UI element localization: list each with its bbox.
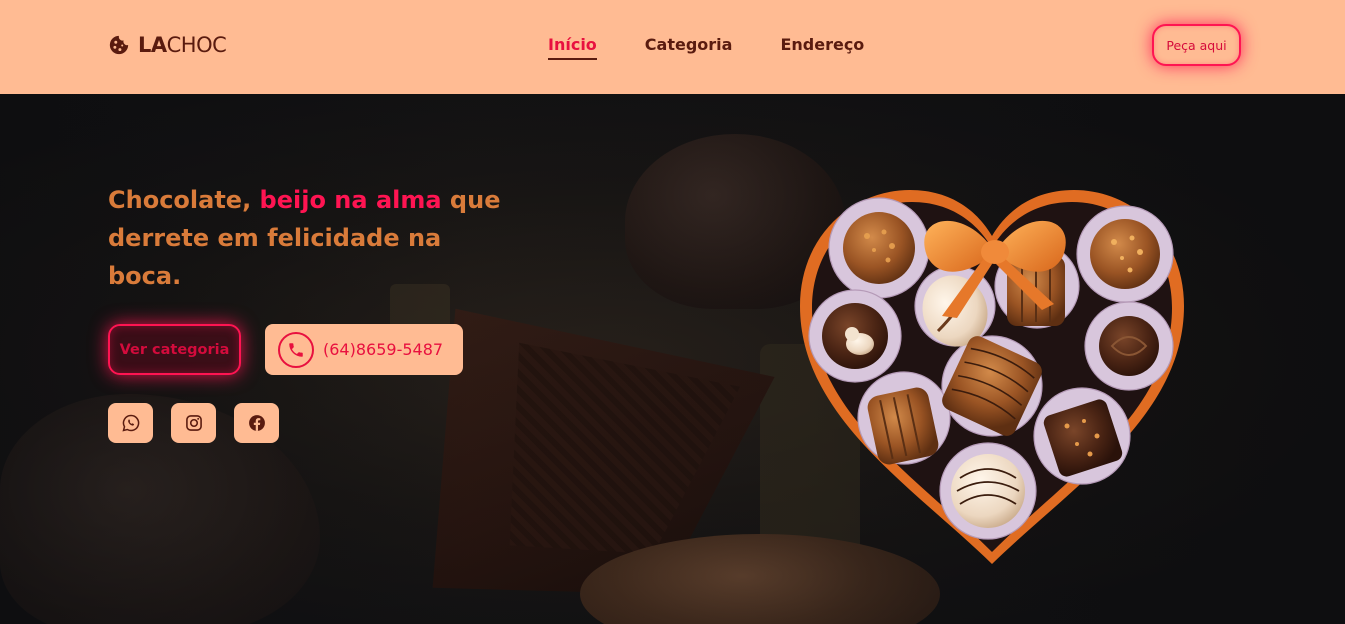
chocolate-piece [843,212,915,284]
site-header: LA CHOC Início Categoria Endereço Peça a… [0,0,1345,94]
main-nav: Início Categoria Endereço [548,35,864,60]
chocolate-heart-box [792,186,1192,566]
phone-icon [278,331,314,368]
logo-prefix: LA [138,33,167,57]
instagram-button[interactable] [171,403,216,443]
nav-item-categoria[interactable]: Categoria [645,35,733,60]
headline-part1: Chocolate, [108,186,260,214]
view-category-button[interactable]: Ver categoria [108,324,241,375]
headline-accent: beijo na alma [259,186,442,214]
phone-number: (64)8659-5487 [323,340,444,359]
facebook-button[interactable] [234,403,279,443]
instagram-icon [185,415,202,431]
logo[interactable]: LA CHOC [108,33,227,57]
facebook-icon [248,415,265,431]
nav-item-inicio[interactable]: Início [548,35,597,60]
cookie-icon [109,35,129,55]
hero-headline: Chocolate, beijo na alma que derrete em … [108,181,508,295]
logo-suffix: CHOC [166,33,227,57]
order-button[interactable]: Peça aqui [1152,24,1241,66]
nav-item-endereco[interactable]: Endereço [780,35,864,60]
whatsapp-button[interactable] [108,403,153,443]
phone-button[interactable]: (64)8659-5487 [265,324,463,375]
whatsapp-icon [121,414,139,432]
